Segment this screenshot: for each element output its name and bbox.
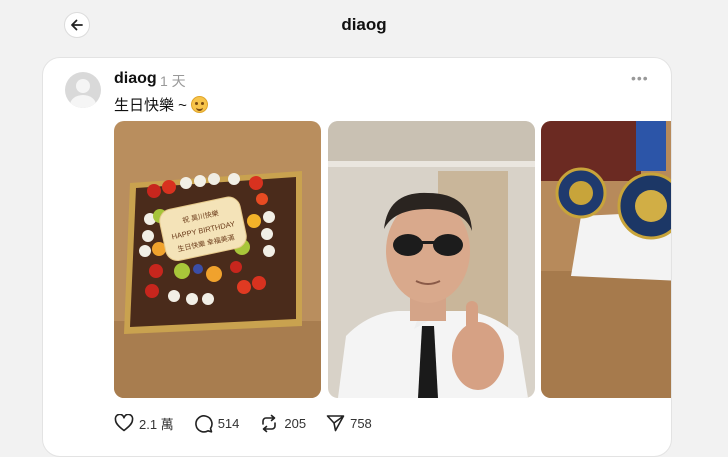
more-icon: ••• <box>631 70 649 86</box>
send-icon <box>326 415 345 432</box>
post-card: diaog 1 天 ••• 生日快樂 ~ 祝 昊川快樂 HAPPY BIRTHD… <box>42 57 672 457</box>
share-count: 758 <box>350 415 372 431</box>
caption-text: 生日快樂 ~ <box>114 97 187 114</box>
page-title: diaog <box>341 15 387 34</box>
comment-icon <box>194 414 213 433</box>
repost-icon <box>262 414 277 432</box>
smiling-face-icon <box>190 96 208 113</box>
post-time[interactable]: 1 天 <box>160 71 186 91</box>
post-image-medals[interactable] <box>541 121 671 398</box>
repost-button[interactable]: 205 <box>259 414 306 433</box>
comment-button[interactable]: 514 <box>194 414 240 433</box>
repost-count: 205 <box>284 415 307 431</box>
post-image-selfie[interactable] <box>328 121 535 398</box>
top-bar: diaog <box>0 0 728 52</box>
like-count: 2.1 萬 <box>139 416 174 432</box>
post-image-cake[interactable]: 祝 昊川快樂 HAPPY BIRTHDAY 生日快樂 幸福美滿 <box>114 121 321 398</box>
comment-count: 514 <box>217 415 240 431</box>
post-username[interactable]: diaog <box>114 70 157 88</box>
heart-icon <box>114 414 134 432</box>
post-caption: 生日快樂 ~ <box>114 94 208 115</box>
like-button[interactable]: 2.1 萬 <box>114 414 174 433</box>
avatar[interactable] <box>65 72 101 108</box>
share-button[interactable]: 758 <box>326 414 372 432</box>
post-actions: 2.1 萬 514 205 758 <box>114 412 392 434</box>
more-options-button[interactable]: ••• <box>631 70 649 86</box>
